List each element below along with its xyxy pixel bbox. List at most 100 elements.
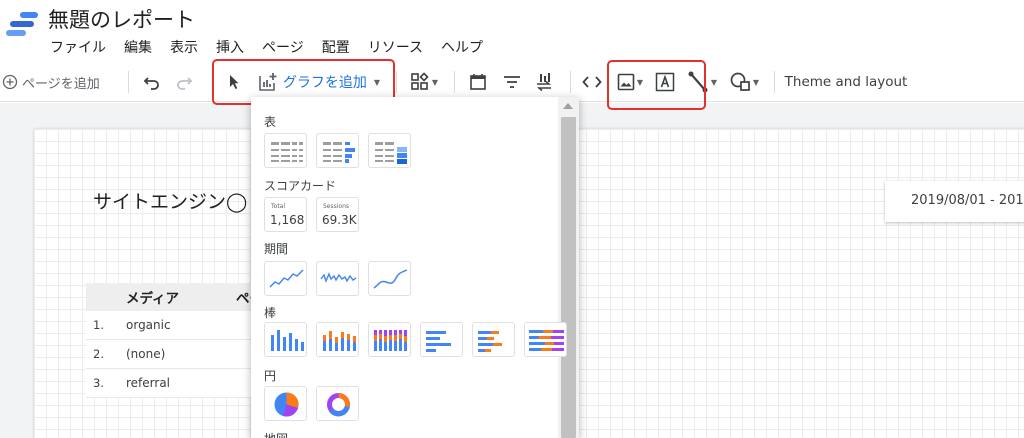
column-chart-icon xyxy=(271,330,304,351)
donut-chart-icon xyxy=(327,392,351,417)
section-title-bar: 棒 xyxy=(264,306,277,320)
menu-help[interactable]: ヘルプ xyxy=(432,37,492,57)
chart-option-column[interactable] xyxy=(264,322,307,357)
scroll-thumb[interactable] xyxy=(561,117,576,438)
scorecard-label: Total xyxy=(271,203,286,210)
chart-option-pie[interactable] xyxy=(264,386,307,421)
undo-button[interactable] xyxy=(140,62,164,102)
bar-chart-icon xyxy=(426,331,451,352)
data-studio-logo-icon[interactable] xyxy=(6,12,38,42)
shape-icon xyxy=(730,72,750,91)
add-control-button[interactable]: ▼ xyxy=(404,62,444,102)
date-range-button[interactable] xyxy=(464,62,492,102)
chevron-down-icon: ▼ xyxy=(431,77,439,87)
section-title-scorecard: スコアカード xyxy=(264,179,337,193)
chevron-down-icon: ▼ xyxy=(373,77,381,87)
chart-option-timeseries[interactable] xyxy=(264,261,307,296)
data-control-icon xyxy=(536,73,552,92)
theme-and-layout-label: Theme and layout xyxy=(784,74,908,90)
chevron-down-icon: ▼ xyxy=(752,77,760,87)
calendar-icon xyxy=(470,74,486,90)
chart-option-scorecard-total[interactable]: Total 1,168 xyxy=(264,197,307,232)
percent-stacked-column-icon xyxy=(374,330,407,351)
toolbar: ページを追加 グラフを追加 ▼ ▼ ▼ ▼ ▼ Theme and layout xyxy=(0,62,1024,102)
section-title-timeseries: 期間 xyxy=(264,242,289,256)
scorecard-value: 1,168 xyxy=(270,213,305,227)
chart-option-timeseries-smooth[interactable] xyxy=(368,261,411,296)
row-index: 2. xyxy=(93,347,104,361)
text-box-button[interactable] xyxy=(652,62,678,102)
image-button[interactable]: ▼ xyxy=(612,62,648,102)
date-range-control[interactable]: 2019/08/01 - 201 xyxy=(885,181,1024,222)
app-header: 無題のレポート ファイル 編集 表示 挿入 ページ 配置 リソース ヘルプ xyxy=(0,0,1024,62)
toolbar-divider xyxy=(570,71,571,93)
sparkline-icon xyxy=(320,272,357,283)
smoothed-line-icon xyxy=(373,269,408,289)
filter-control-button[interactable] xyxy=(498,62,526,102)
toolbar-divider xyxy=(396,71,397,93)
menu-edit[interactable]: 編集 xyxy=(115,37,161,57)
chart-option-scorecard-compact[interactable]: Sessions 69.3K xyxy=(316,197,359,232)
pie-chart-icon xyxy=(274,392,299,417)
menu-resources[interactable]: リソース xyxy=(359,37,432,57)
section-title-pie: 円 xyxy=(264,369,277,383)
chart-option-table-heatmap[interactable] xyxy=(368,133,411,168)
chart-option-bar[interactable] xyxy=(420,322,463,357)
controls-icon xyxy=(411,72,429,90)
menu-page[interactable]: ページ xyxy=(253,37,313,57)
code-icon xyxy=(582,76,602,88)
data-control-button[interactable] xyxy=(530,62,558,102)
chart-option-donut[interactable] xyxy=(316,386,359,421)
chart-option-timeseries-sparkline[interactable] xyxy=(316,261,359,296)
site-title-text[interactable]: サイトエンジン◯ xyxy=(93,187,247,214)
redo-icon xyxy=(177,77,193,90)
theme-and-layout-button[interactable]: Theme and layout xyxy=(785,62,908,102)
shape-button[interactable]: ▼ xyxy=(724,62,764,102)
section-title-geo: 地図 xyxy=(264,430,288,438)
section-title-table: 表 xyxy=(264,115,277,129)
column-header-media[interactable]: メディア xyxy=(86,287,236,307)
row-index: 1. xyxy=(93,318,104,332)
row-value: (none) xyxy=(126,347,166,361)
add-chart-dropdown: 表 スコアカード Total 1,168 Sessions 69.3K 期間 棒… xyxy=(251,97,579,438)
chart-option-100-stacked-bar[interactable] xyxy=(524,322,567,357)
time-series-icon xyxy=(269,269,304,288)
chart-option-stacked-bar[interactable] xyxy=(472,322,515,357)
menu-file[interactable]: ファイル xyxy=(50,37,115,57)
scorecard-value: 69.3K xyxy=(322,213,357,227)
row-index: 3. xyxy=(93,376,104,390)
embed-url-button[interactable] xyxy=(578,62,606,102)
chart-option-100-stacked-column[interactable] xyxy=(368,322,411,357)
select-tool-button[interactable] xyxy=(222,62,246,102)
stacked-bar-icon xyxy=(478,331,502,352)
menu-arrange[interactable]: 配置 xyxy=(313,37,359,57)
table-heatmap-icon xyxy=(375,142,407,164)
redo-button[interactable] xyxy=(172,62,196,102)
menu-view[interactable]: 表示 xyxy=(161,37,207,57)
scroll-up-arrow-icon[interactable] xyxy=(563,103,573,109)
table-bar-icon xyxy=(323,142,355,163)
line-button[interactable]: ▼ xyxy=(682,62,722,102)
table-chart-icon xyxy=(271,142,303,162)
stacked-column-icon xyxy=(323,331,356,351)
text-icon xyxy=(655,72,675,92)
toolbar-divider xyxy=(128,71,129,93)
add-chart-label: グラフを追加 xyxy=(282,75,367,91)
row-value: organic xyxy=(126,318,171,332)
toolbar-divider xyxy=(774,71,775,93)
menu-bar: ファイル 編集 表示 挿入 ページ 配置 リソース ヘルプ xyxy=(50,37,492,57)
add-page-button[interactable]: ページを追加 xyxy=(2,62,120,102)
chart-option-stacked-column[interactable] xyxy=(316,322,359,357)
report-title[interactable]: 無題のレポート xyxy=(48,4,195,34)
menu-insert[interactable]: 挿入 xyxy=(207,37,253,57)
line-icon xyxy=(688,71,708,93)
chevron-down-icon: ▼ xyxy=(710,77,718,87)
add-chart-button[interactable]: グラフを追加 ▼ xyxy=(252,62,386,102)
add-circle-icon xyxy=(2,74,18,90)
chart-option-table[interactable] xyxy=(264,133,307,168)
undo-icon xyxy=(143,77,159,90)
image-icon xyxy=(617,73,635,91)
add-page-label: ページを追加 xyxy=(22,76,100,92)
chart-option-table-bars[interactable] xyxy=(316,133,359,168)
dropdown-scrollbar[interactable] xyxy=(558,97,579,438)
